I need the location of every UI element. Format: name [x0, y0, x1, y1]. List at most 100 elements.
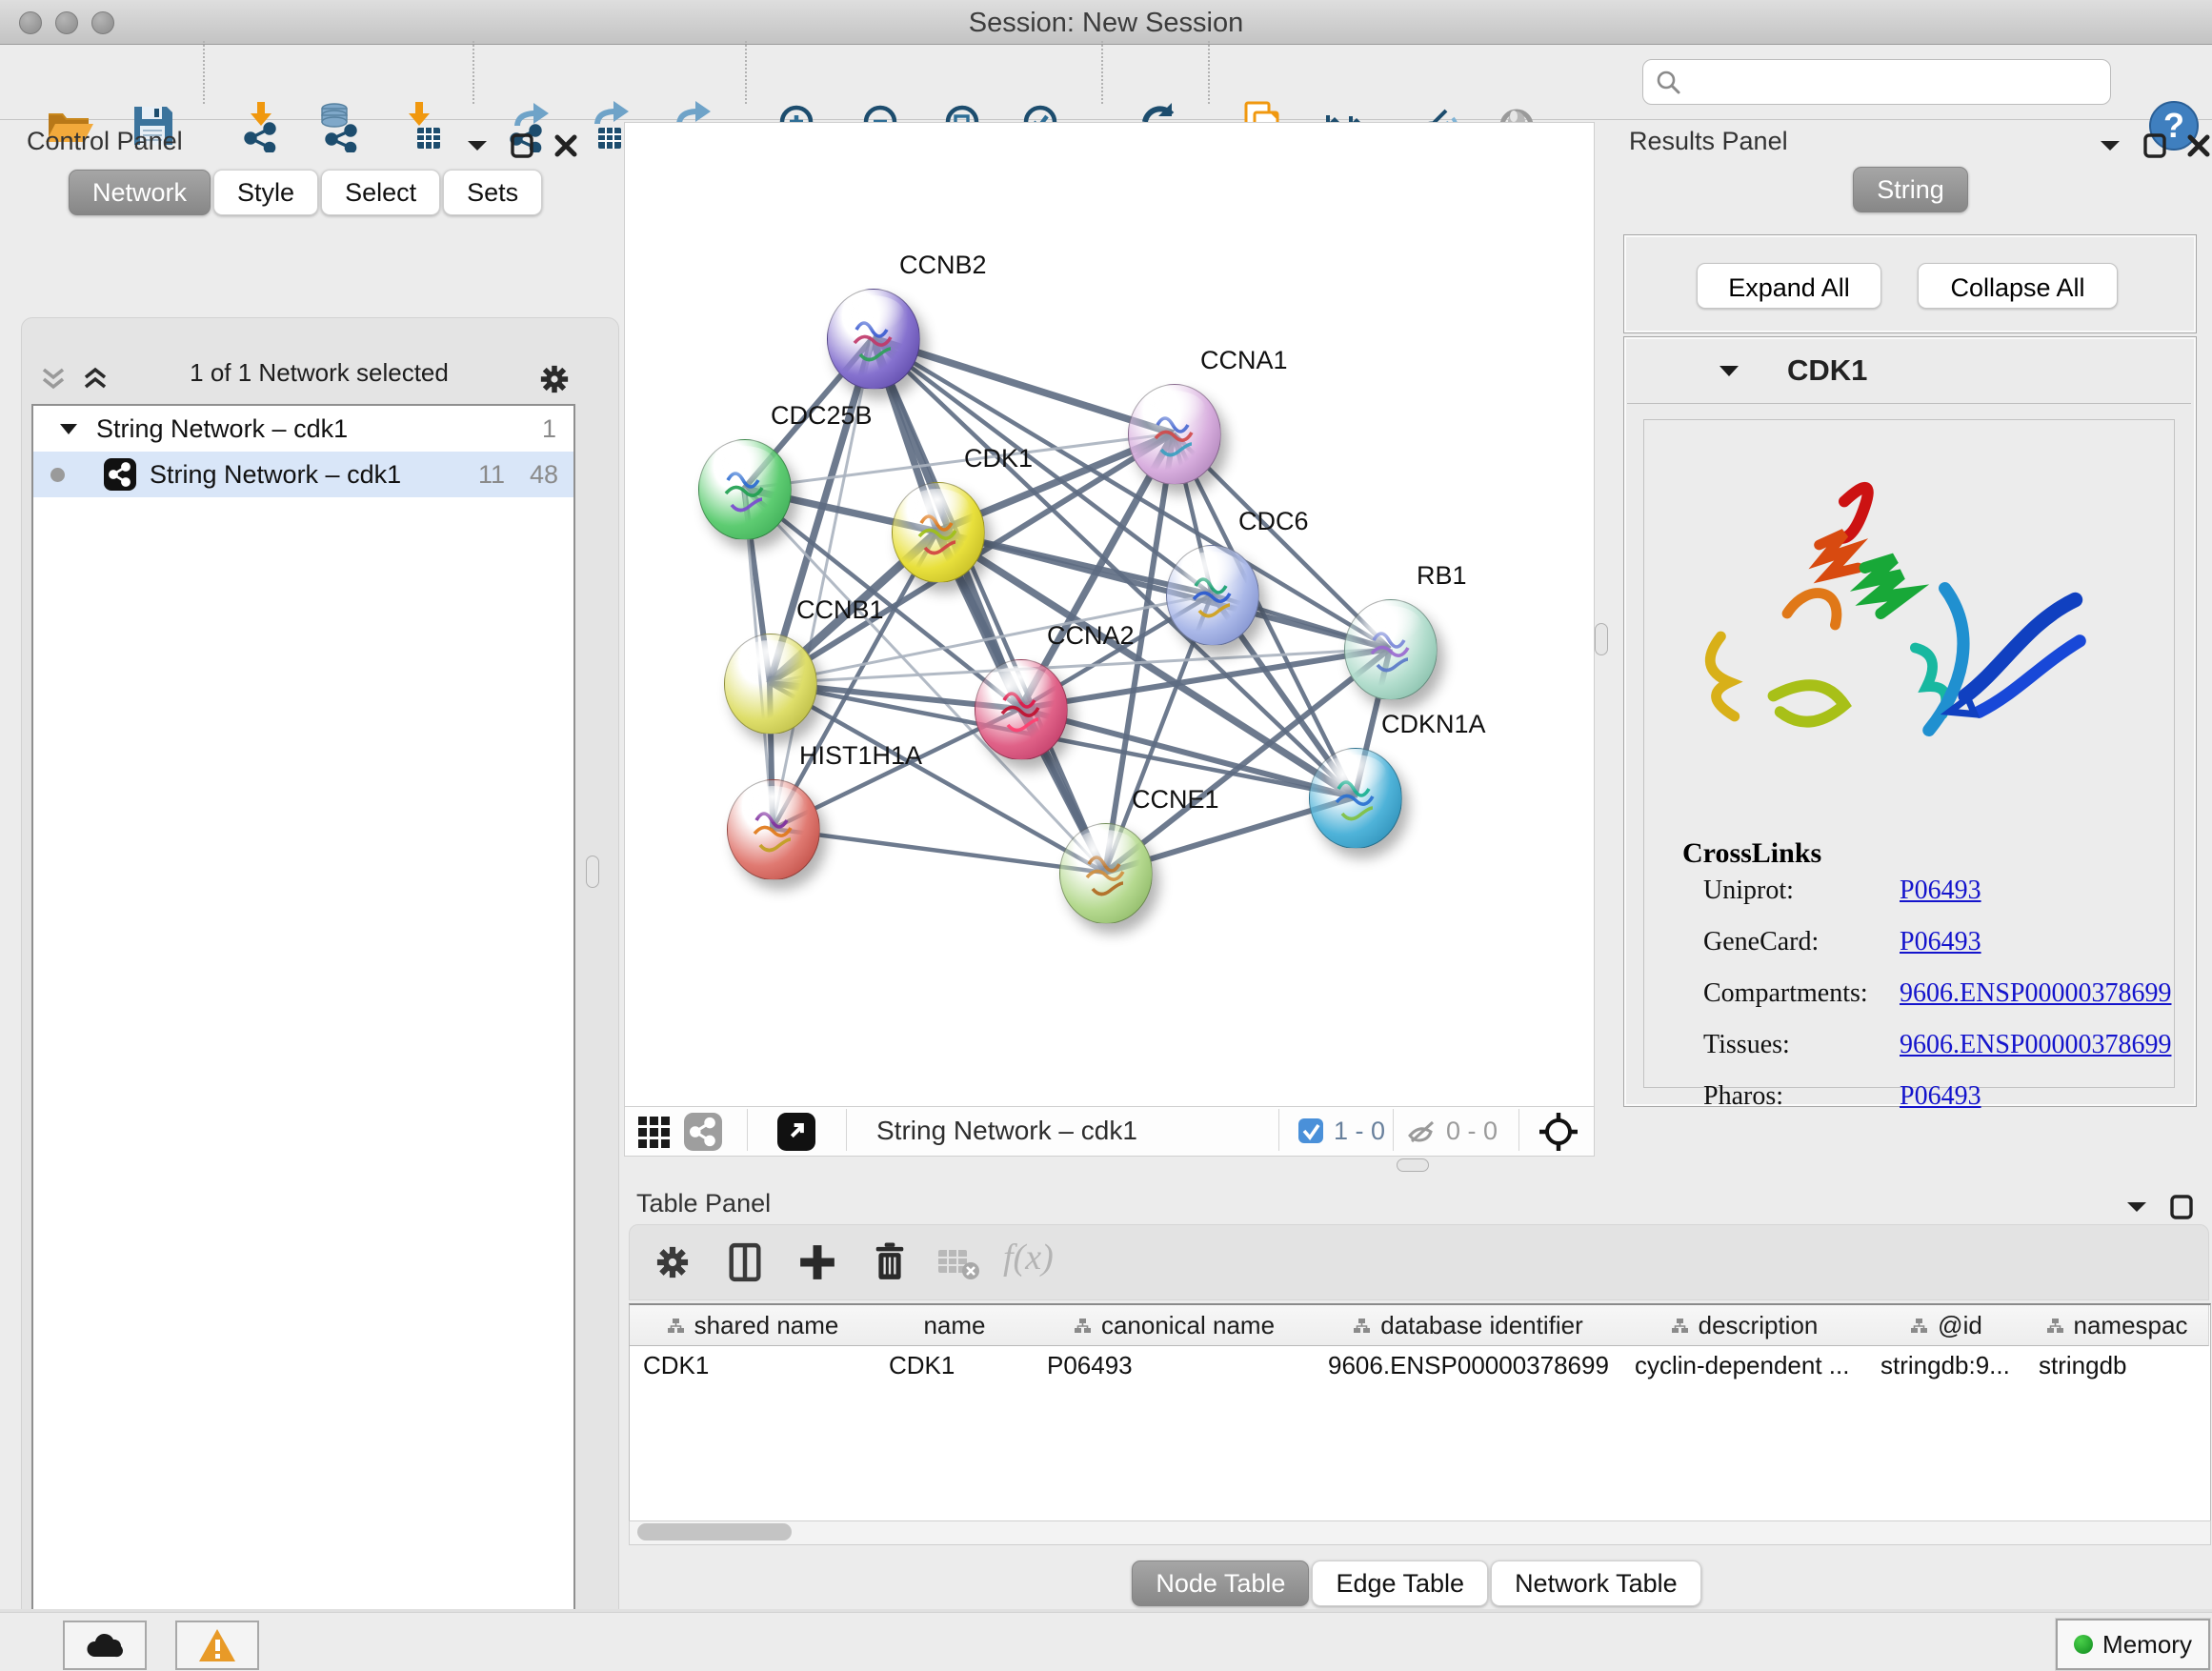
toolbar-separator: [1208, 41, 1210, 104]
network-name: String Network – cdk1: [150, 452, 401, 497]
show-columns-icon[interactable]: [721, 1238, 769, 1291]
protein-header-row[interactable]: CDK1: [1627, 340, 2191, 404]
tab-network[interactable]: Network: [69, 170, 211, 215]
tab-style[interactable]: Style: [213, 170, 318, 215]
control-panel-tabs: NetworkStyleSelectSets: [69, 170, 545, 215]
tab-sets[interactable]: Sets: [443, 170, 542, 215]
node-HIST1H1A[interactable]: [727, 779, 820, 880]
network-overview-icon[interactable]: [684, 1113, 722, 1156]
table-cell[interactable]: CDK1: [875, 1345, 1034, 1385]
close-panel-icon[interactable]: [554, 134, 577, 157]
window-title: Session: New Session: [0, 8, 2212, 39]
scrollbar-thumb[interactable]: [637, 1523, 792, 1540]
collapse-panel-icon[interactable]: [465, 137, 490, 154]
node-CDC6[interactable]: [1166, 545, 1259, 646]
node-table[interactable]: shared nameCDK1nameCDK1canonical nameP06…: [629, 1303, 2211, 1522]
node-CCNA2[interactable]: [975, 659, 1068, 760]
network-row-selected[interactable]: String Network – cdk1 11 48: [33, 452, 573, 497]
network-selected-status: 1 of 1 Network selected: [27, 358, 612, 388]
cytoscape-window: Session: New Session: [0, 0, 2212, 1671]
crosslink-value-link[interactable]: P06493: [1900, 927, 1981, 957]
column-header-namespac[interactable]: namespac: [2025, 1305, 2209, 1346]
node-CCNE1[interactable]: [1059, 823, 1153, 924]
column-header-@id[interactable]: @id: [1867, 1305, 2026, 1346]
column-header-canonical-name[interactable]: canonical name: [1034, 1305, 1316, 1346]
delete-column-trash-icon[interactable]: [866, 1238, 914, 1291]
collapse-panel-icon[interactable]: [2124, 1198, 2149, 1216]
selected-checkbox-icon[interactable]: [1297, 1117, 1324, 1149]
search-input[interactable]: [1691, 64, 2100, 100]
network-list: String Network – cdk1 1 String Network –…: [31, 404, 575, 1671]
toolbar-separator: [203, 41, 205, 104]
crosslink-value-link[interactable]: 9606.ENSP00000378699: [1900, 1030, 2171, 1060]
crosslink-value-link[interactable]: 9606.ENSP00000378699: [1900, 978, 2171, 1009]
tab-network-table[interactable]: Network Table: [1491, 1560, 1701, 1606]
crosslink-label: GeneCard:: [1703, 927, 1819, 957]
node-RB1[interactable]: [1344, 599, 1438, 700]
column-type-icon: [1353, 1318, 1371, 1334]
node-gloss: [741, 786, 804, 822]
float-panel-icon[interactable]: [2170, 1195, 2193, 1219]
bottom-splitter-handle[interactable]: [1397, 1158, 1429, 1172]
memory-button[interactable]: Memory: [2056, 1619, 2210, 1670]
tree-collapse-icon[interactable]: [58, 421, 79, 438]
collapse-section-icon[interactable]: [1718, 363, 1740, 380]
network-options-gear-icon[interactable]: [533, 358, 575, 400]
close-panel-icon[interactable]: [2187, 134, 2210, 157]
tab-string[interactable]: String: [1853, 167, 1968, 212]
network-canvas[interactable]: CCNB2CCNA1CDC25BCDK1CDC6RB1CCNB1CCNA2CDK…: [624, 122, 1595, 1157]
table-cell[interactable]: stringdb: [2025, 1345, 2208, 1385]
column-header-shared-name[interactable]: shared name: [630, 1305, 876, 1346]
edge-CDK1-RB1[interactable]: [937, 532, 1390, 649]
warnings-button[interactable]: [175, 1621, 259, 1670]
expand-all-button[interactable]: Expand All: [1697, 263, 1881, 309]
tab-node-table[interactable]: Node Table: [1132, 1560, 1309, 1606]
toolbar-separator: [745, 41, 747, 104]
node-CDC25B[interactable]: [698, 439, 792, 540]
birds-eye-view-icon[interactable]: [636, 1113, 674, 1156]
collapse-panel-icon[interactable]: [2098, 137, 2122, 154]
float-panel-icon[interactable]: [2143, 133, 2166, 158]
column-header-description[interactable]: description: [1621, 1305, 1868, 1346]
table-cell[interactable]: stringdb:9...: [1867, 1345, 2025, 1385]
network-collection-row[interactable]: String Network – cdk1 1: [33, 406, 573, 452]
search-box[interactable]: [1642, 59, 2111, 105]
table-cell[interactable]: P06493: [1034, 1345, 1315, 1385]
table-cell[interactable]: 9606.ENSP00000378699: [1315, 1345, 1621, 1385]
delete-table-icon-disabled: [936, 1244, 980, 1287]
selected-count: 1 - 0: [1334, 1117, 1385, 1146]
edge-CCNB2-CCNE1[interactable]: [873, 338, 1105, 873]
table-horizontal-scrollbar[interactable]: [629, 1520, 2211, 1545]
network-view[interactable]: CCNB2CCNA1CDC25BCDK1CDC6RB1CCNB1CCNA2CDK…: [625, 123, 1594, 1106]
table-panel-title: Table Panel: [636, 1189, 771, 1218]
node-CCNB2[interactable]: [827, 289, 920, 390]
table-cell[interactable]: CDK1: [630, 1345, 875, 1385]
network-selection-row: 1 of 1 Network selected: [27, 358, 612, 400]
node-CDKN1A[interactable]: [1309, 748, 1402, 849]
tab-edge-table[interactable]: Edge Table: [1312, 1560, 1488, 1606]
column-header-name[interactable]: name: [875, 1305, 1035, 1346]
cloud-icon: [83, 1630, 127, 1661]
column-header-database-identifier[interactable]: database identifier: [1315, 1305, 1622, 1346]
collapse-all-button[interactable]: Collapse All: [1918, 263, 2118, 309]
crosslink-value-link[interactable]: P06493: [1900, 876, 1981, 906]
protein-name: CDK1: [1787, 353, 1867, 388]
edge-HIST1H1A-CCNE1[interactable]: [773, 829, 1105, 873]
node-CCNB1[interactable]: [724, 634, 817, 735]
node-gloss: [1074, 830, 1136, 866]
left-splitter-handle[interactable]: [586, 856, 599, 888]
tab-select[interactable]: Select: [321, 170, 440, 215]
node-label-CDK1: CDK1: [964, 444, 1033, 473]
node-gloss: [1323, 755, 1386, 791]
full-screen-icon[interactable]: [777, 1113, 815, 1156]
add-column-icon[interactable]: [794, 1238, 841, 1291]
right-splitter-handle[interactable]: [1595, 623, 1608, 655]
node-CDK1[interactable]: [892, 482, 985, 583]
table-cell[interactable]: cyclin-dependent ...: [1621, 1345, 1867, 1385]
cloud-button[interactable]: [63, 1621, 147, 1670]
float-panel-icon[interactable]: [511, 133, 533, 158]
crosslink-value-link[interactable]: P06493: [1900, 1081, 1981, 1112]
table-settings-gear-icon[interactable]: [649, 1238, 696, 1291]
center-view-crosshair-icon[interactable]: [1538, 1111, 1579, 1158]
node-CCNA1[interactable]: [1128, 384, 1221, 485]
